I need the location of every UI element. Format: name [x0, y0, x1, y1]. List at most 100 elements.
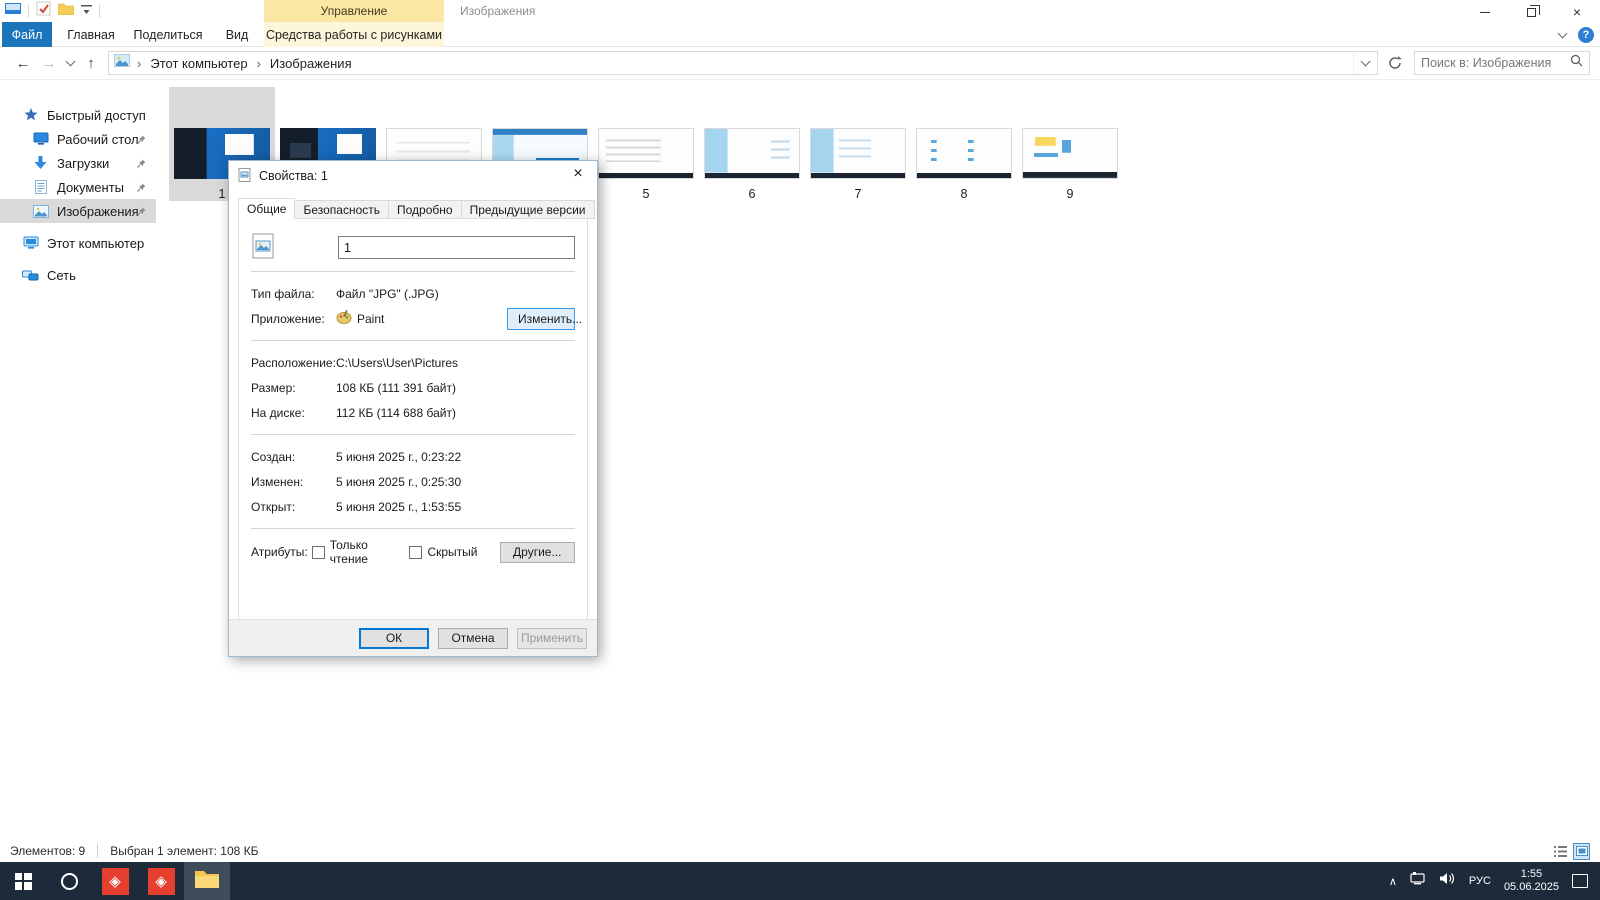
new-folder-icon[interactable]	[58, 2, 74, 20]
items-count: Элементов: 9	[10, 844, 85, 858]
restore-button[interactable]	[1508, 0, 1554, 24]
field-value: 112 КБ (114 688 байт)	[336, 406, 456, 420]
search-input[interactable]	[1421, 56, 1570, 70]
cancel-button[interactable]: Отмена	[438, 628, 508, 649]
action-center-icon[interactable]	[1572, 874, 1588, 888]
breadcrumb-this-pc[interactable]: Этот компьютер	[148, 56, 249, 71]
file-name-input[interactable]	[338, 236, 575, 259]
tab-security[interactable]: Безопасность	[295, 200, 389, 219]
dialog-close-button[interactable]: ×	[559, 161, 597, 187]
language-indicator[interactable]: РУС	[1469, 875, 1491, 887]
dialog-title: Свойства: 1	[259, 169, 328, 183]
tab-general[interactable]: Общие	[238, 198, 295, 219]
taskbar-clock[interactable]: 1:55 05.06.2025	[1504, 868, 1559, 894]
sidebar-item-documents[interactable]: Документы	[0, 175, 156, 199]
tab-file[interactable]: Файл	[2, 22, 52, 47]
breadcrumb-pictures[interactable]: Изображения	[268, 56, 354, 71]
network-tray-icon[interactable]	[1410, 872, 1427, 890]
sidebar-item-pictures[interactable]: Изображения	[0, 199, 156, 223]
clock-date: 05.06.2025	[1504, 881, 1559, 894]
pin-icon	[136, 157, 146, 172]
file-item-8[interactable]: 8	[911, 87, 1017, 201]
tab-previous-versions[interactable]: Предыдущие версии	[462, 200, 595, 219]
help-icon[interactable]: ?	[1578, 27, 1594, 43]
up-button[interactable]: ↑	[78, 51, 104, 75]
explorer-window: Управление Изображения × Файл Главная По…	[0, 0, 1600, 900]
window-controls: ×	[1462, 0, 1600, 24]
this-pc-icon	[22, 236, 39, 251]
app-row: Приложение: Paint Изменить...	[251, 306, 575, 331]
file-item-5[interactable]: 5	[593, 87, 699, 201]
file-item-6[interactable]: 6	[699, 87, 805, 201]
readonly-checkbox-group[interactable]: Только чтение	[312, 538, 388, 566]
taskbar-explorer-button[interactable]	[184, 862, 230, 900]
folder-icon	[195, 869, 219, 893]
file-name: 6	[749, 187, 756, 201]
red-app-icon: ◈	[102, 868, 129, 895]
properties-dialog: Свойства: 1 × Общие Безопасность Подробн…	[228, 160, 598, 657]
pin-icon	[136, 205, 146, 220]
field-value: C:\Users\User\Pictures	[336, 356, 458, 370]
refresh-icon[interactable]	[1382, 51, 1408, 75]
search-box[interactable]	[1414, 51, 1590, 75]
tab-view[interactable]: Вид	[212, 22, 262, 47]
hidden-checkbox[interactable]	[409, 546, 422, 559]
file-item-7[interactable]: 7	[805, 87, 911, 201]
taskbar-app-2[interactable]: ◈	[138, 862, 184, 900]
address-dropdown-icon[interactable]	[1353, 52, 1377, 74]
field-value: Файл "JPG" (.JPG)	[336, 287, 439, 301]
change-app-button[interactable]: Изменить...	[507, 308, 575, 330]
sidebar-item-desktop[interactable]: Рабочий стол	[0, 127, 156, 151]
tab-share[interactable]: Поделиться	[126, 22, 210, 47]
start-button[interactable]	[0, 862, 46, 900]
field-value: 5 июня 2025 г., 0:23:22	[336, 450, 461, 464]
separator	[251, 271, 575, 272]
hidden-checkbox-group[interactable]: Скрытый	[409, 545, 477, 559]
file-thumbnail	[1022, 128, 1118, 179]
other-attributes-button[interactable]: Другие...	[500, 542, 575, 563]
collapse-ribbon-icon[interactable]	[1558, 28, 1568, 38]
pictures-icon	[32, 204, 49, 219]
volume-tray-icon[interactable]	[1440, 872, 1456, 890]
taskbar-app-1[interactable]: ◈	[92, 862, 138, 900]
sidebar-item-label: Быстрый доступ	[47, 108, 146, 123]
tab-picture-tools[interactable]: Средства работы с рисунками	[264, 22, 444, 47]
minimize-button[interactable]	[1462, 0, 1508, 24]
recent-locations-icon[interactable]	[62, 51, 78, 75]
file-name: 1	[219, 187, 226, 201]
sidebar-item-downloads[interactable]: Загрузки	[0, 151, 156, 175]
taskbar: ◈ ◈ ∧ РУС 1:55 05.06.2025	[0, 862, 1600, 900]
attributes-row: Атрибуты: Только чтение Скрытый Другие..…	[251, 538, 575, 566]
sidebar-item-this-pc[interactable]: Этот компьютер	[0, 231, 156, 255]
sidebar-item-quick-access[interactable]: Быстрый доступ	[0, 103, 156, 127]
properties-check-icon[interactable]	[36, 1, 51, 21]
close-button[interactable]: ×	[1554, 0, 1600, 24]
ribbon-tab-row: Файл Главная Поделиться Вид Средства раб…	[0, 22, 1600, 47]
title-bar: Управление Изображения ×	[0, 0, 1600, 22]
status-divider	[97, 844, 98, 858]
tray-chevron-icon[interactable]: ∧	[1389, 875, 1397, 888]
red-app-icon: ◈	[148, 868, 175, 895]
sidebar-item-label: Загрузки	[57, 156, 109, 171]
tab-details[interactable]: Подробно	[389, 200, 462, 219]
readonly-checkbox[interactable]	[312, 546, 325, 559]
field-label: На диске:	[251, 406, 336, 420]
clock-time: 1:55	[1504, 868, 1559, 881]
navigation-pane: Быстрый доступ Рабочий стол Загрузки Док…	[0, 81, 156, 840]
search-icon[interactable]	[1570, 54, 1583, 72]
tab-home[interactable]: Главная	[58, 22, 124, 47]
details-view-icon[interactable]	[1552, 843, 1569, 860]
back-button[interactable]: ←	[10, 51, 36, 75]
field-value: 5 июня 2025 г., 0:25:30	[336, 475, 461, 489]
field-label: Приложение:	[251, 312, 336, 326]
field-label: Размер:	[251, 381, 336, 395]
thumbnail-view-icon[interactable]	[1573, 843, 1590, 860]
separator	[251, 528, 575, 529]
forward-button[interactable]: →	[36, 51, 62, 75]
ok-button[interactable]: ОК	[359, 628, 429, 649]
search-button[interactable]	[46, 862, 92, 900]
address-bar[interactable]: › Этот компьютер › Изображения	[108, 51, 1378, 75]
sidebar-item-network[interactable]: Сеть	[0, 263, 156, 287]
file-item-9[interactable]: 9	[1017, 87, 1123, 201]
qat-customize-icon[interactable]	[81, 2, 92, 20]
